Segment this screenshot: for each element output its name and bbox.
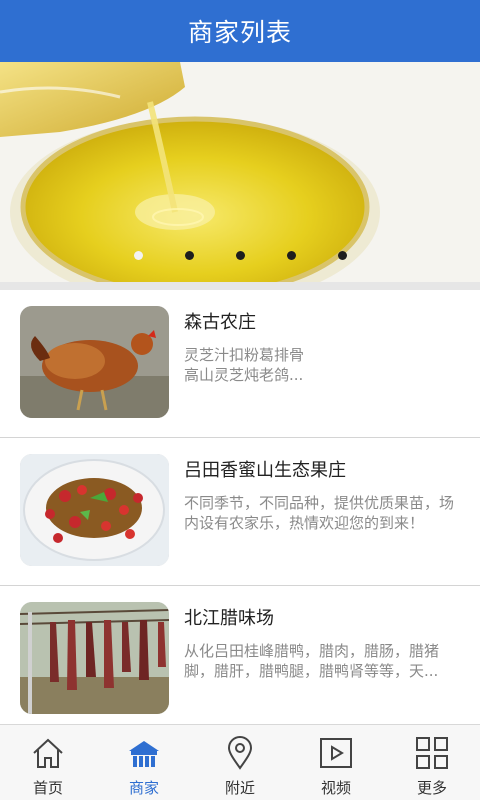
store-icon <box>129 741 159 767</box>
tab-label: 商家 <box>128 779 159 797</box>
merchant-name: 北江腊味场 <box>184 608 274 629</box>
grid-icon <box>416 737 448 769</box>
merchant-list-item[interactable]: 森古农庄 灵芝汁扣粉葛排骨 高山灵芝炖老鸽... <box>0 290 480 438</box>
tab-label: 视频 <box>320 779 351 797</box>
tab-label: 首页 <box>32 779 63 797</box>
banner-image-oil-bowl <box>0 62 480 282</box>
carousel-dot[interactable] <box>337 251 347 260</box>
merchant-list-item[interactable]: 吕田香蜜山生态果庄 不同季节，不同品种，提供优质果苗，场内设有农家乐，热情欢迎您… <box>0 438 480 586</box>
tab-nearby[interactable]: 附近 <box>192 725 288 800</box>
page-title: 商家列表 <box>187 18 292 47</box>
merchant-thumbnail-dish <box>20 454 169 566</box>
carousel-dot[interactable] <box>133 251 143 260</box>
video-play-icon <box>320 738 352 768</box>
location-pin-icon <box>227 736 253 770</box>
merchant-name: 吕田香蜜山生态果庄 <box>184 460 346 481</box>
carousel-dot[interactable] <box>235 251 245 260</box>
carousel-dot[interactable] <box>184 251 194 260</box>
merchant-description: 灵芝汁扣粉葛排骨 高山灵芝炖老鸽... <box>184 346 305 384</box>
carousel-indicator <box>0 251 480 261</box>
tab-label: 附近 <box>224 779 255 797</box>
bottom-tab-bar: 首页 商家 附近 视频 更多 <box>0 724 480 800</box>
section-divider <box>0 282 480 290</box>
merchant-thumbnail-chicken <box>20 306 169 418</box>
home-icon <box>33 738 63 768</box>
tab-more[interactable]: 更多 <box>384 725 480 800</box>
merchant-list-item[interactable]: 北江腊味场 从化吕田桂峰腊鸭，腊肉，腊肠，腊猪脚，腊肝，腊鸭腿，腊鸭肾等等，天.… <box>0 586 480 734</box>
tab-label: 更多 <box>416 779 447 797</box>
merchant-description: 不同季节，不同品种，提供优质果苗，场内设有农家乐，热情欢迎您的到来！ <box>184 494 455 532</box>
app-header: 商家列表 <box>0 0 480 62</box>
merchant-list: 森古农庄 灵芝汁扣粉葛排骨 高山灵芝炖老鸽... 吕田香蜜山生态果庄 不同季节，… <box>0 290 480 734</box>
carousel-dot[interactable] <box>286 251 296 260</box>
merchant-thumbnail-cured-meat <box>20 602 169 714</box>
tab-merchants[interactable]: 商家 <box>96 725 192 800</box>
tab-home[interactable]: 首页 <box>0 725 96 800</box>
banner-carousel[interactable] <box>0 62 480 282</box>
tab-video[interactable]: 视频 <box>288 725 384 800</box>
merchant-name: 森古农庄 <box>184 312 256 333</box>
merchant-description: 从化吕田桂峰腊鸭，腊肉，腊肠，腊猪脚，腊肝，腊鸭腿，腊鸭肾等等，天... <box>184 642 440 680</box>
